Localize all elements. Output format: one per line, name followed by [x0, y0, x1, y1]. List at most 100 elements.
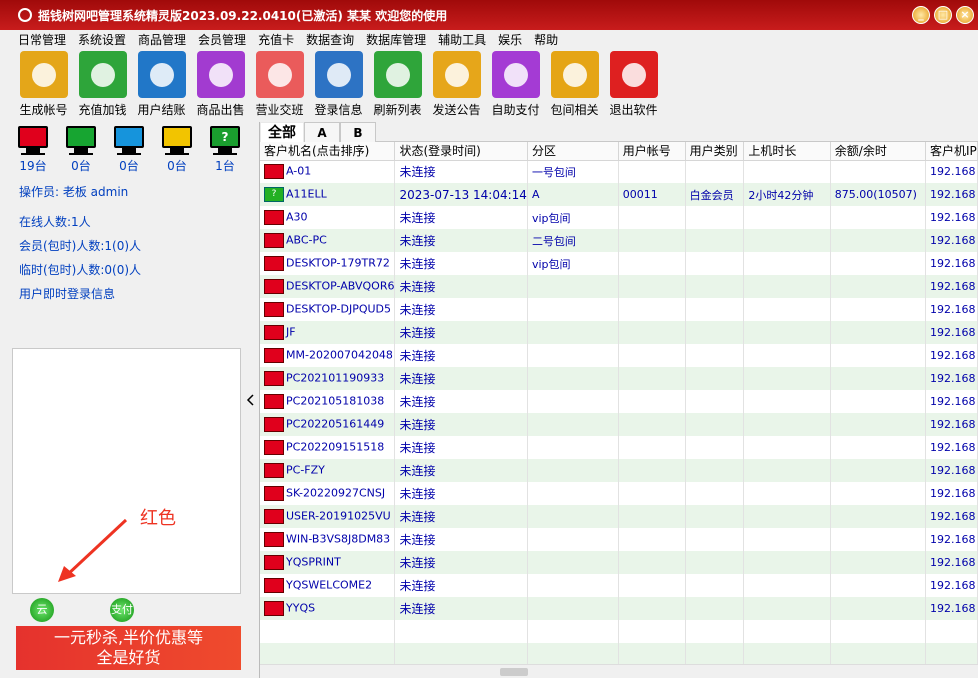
realtime-login-label: 用户即时登录信息 — [19, 287, 116, 301]
table-row[interactable]: YQSPRINT 未连接 192.168 — [260, 551, 978, 574]
tab-1[interactable]: A — [304, 122, 340, 142]
table-row[interactable]: PC202101190933 未连接 192.168 — [260, 367, 978, 390]
tab-2[interactable]: B — [340, 122, 376, 142]
table-row[interactable]: DESKTOP-DJPQUD5 未连接 192.168 — [260, 298, 978, 321]
toolbar-button-5[interactable]: 登录信息 — [309, 48, 368, 118]
toolbar-button-3[interactable]: 商品出售 — [191, 48, 250, 118]
person-icon — [19, 51, 68, 98]
table-row[interactable]: PC202205161449 未连接 192.168 — [260, 413, 978, 436]
monitor-base — [69, 153, 93, 155]
empty-cell — [527, 643, 619, 666]
column-header-1[interactable]: 状态(登录时间) — [394, 142, 528, 161]
toolbar-button-4[interactable]: 营业交班 — [250, 48, 309, 118]
collapse-panel-button[interactable] — [241, 122, 259, 678]
cell-zone: 一号包间 — [527, 160, 619, 183]
table-row[interactable]: PC202209151518 未连接 192.168 — [260, 436, 978, 459]
computer-icon — [264, 325, 284, 340]
monitor-filter-1[interactable]: 0台 — [66, 126, 96, 174]
menu-item-2[interactable]: 商品管理 — [138, 31, 193, 48]
minimize-button[interactable]: _ — [912, 6, 930, 24]
menu-item-9[interactable]: 帮助 — [534, 31, 565, 48]
table-row[interactable]: PC-FZY 未连接 192.168 — [260, 459, 978, 482]
cell-status: 未连接 — [394, 344, 528, 367]
client-name: PC202101190933 — [286, 371, 385, 385]
menu-item-6[interactable]: 数据库管理 — [366, 31, 433, 48]
toolbar-button-8[interactable]: 自助支付 — [486, 48, 545, 118]
cloud-button[interactable]: 云 — [30, 598, 54, 622]
cell-type — [685, 160, 745, 183]
ad-line-1: 一元秒杀,半价优惠等 — [53, 628, 204, 647]
table-row[interactable]: MM-202007042048 未连接 192.168 — [260, 344, 978, 367]
horizontal-scrollbar[interactable] — [260, 664, 978, 678]
table-row[interactable]: DESKTOP-ABVQOR6 未连接 192.168 — [260, 275, 978, 298]
column-header-2[interactable]: 分区 — [527, 142, 619, 161]
ad-banner[interactable]: 一元秒杀,半价优惠等 全是好货 — [16, 626, 241, 670]
cell-account — [618, 252, 686, 275]
toolbar-button-1[interactable]: 充值加钱 — [73, 48, 132, 118]
toolbar-button-0[interactable]: 生成帐号 — [14, 48, 73, 118]
table-row[interactable]: ? A11ELL 2023-07-13 14:04:14 A 00011 白金会员 2小时4… — [260, 183, 978, 206]
menu-item-8[interactable]: 娱乐 — [498, 31, 529, 48]
cell-balance: 875.00(10507) — [830, 183, 927, 206]
column-header-3[interactable]: 用户帐号 — [618, 142, 686, 161]
menu-item-7[interactable]: 辅助工具 — [438, 31, 493, 48]
maximize-button[interactable]: □ — [934, 6, 952, 24]
cell-name: SK-20220927CNSJ — [260, 482, 396, 505]
cell-zone — [527, 390, 619, 413]
table-row[interactable]: PC202105181038 未连接 192.168 — [260, 390, 978, 413]
table-row[interactable]: JF 未连接 192.168 — [260, 321, 978, 344]
cell-duration — [743, 160, 831, 183]
empty-cell — [743, 643, 831, 666]
cell-type — [685, 528, 745, 551]
pay-button[interactable]: 支付 — [110, 598, 134, 622]
menu-item-4[interactable]: 充值卡 — [258, 31, 301, 48]
monitor-filter-3[interactable]: 0台 — [162, 126, 192, 174]
cell-balance — [830, 597, 927, 620]
table-row[interactable]: YYQS 未连接 192.168 — [260, 597, 978, 620]
cell-ip: 192.168 — [925, 390, 978, 413]
menu-item-5[interactable]: 数据查询 — [306, 31, 361, 48]
client-name: PC202209151518 — [286, 440, 385, 454]
cell-duration — [743, 344, 831, 367]
column-header-6[interactable]: 余额/余时 — [830, 142, 927, 161]
column-header-5[interactable]: 上机时长 — [743, 142, 831, 161]
empty-cell — [830, 620, 927, 643]
monitor-filter-4[interactable]: ? 1台 — [210, 126, 240, 174]
column-header-4[interactable]: 用户类别 — [685, 142, 745, 161]
cell-duration — [743, 436, 831, 459]
toolbar-button-2[interactable]: 用户结账 — [132, 48, 191, 118]
toolbar-button-9[interactable]: 包间相关 — [545, 48, 604, 118]
table-row[interactable]: ABC-PC 未连接 二号包间 192.168 — [260, 229, 978, 252]
scroll-thumb[interactable] — [500, 668, 528, 676]
monitor-filter-0[interactable]: 19台 — [18, 126, 48, 174]
table-row[interactable]: YQSWELCOME2 未连接 192.168 — [260, 574, 978, 597]
cell-duration — [743, 482, 831, 505]
empty-cell — [394, 643, 528, 666]
table-row[interactable]: A-01 未连接 一号包间 192.168 — [260, 160, 978, 183]
piggy-bank-icon — [78, 51, 127, 98]
annotation-label: 红色 — [140, 508, 176, 529]
table-row[interactable]: A30 未连接 vip包间 192.168 — [260, 206, 978, 229]
table-row[interactable]: SK-20220927CNSJ 未连接 192.168 — [260, 482, 978, 505]
cell-balance — [830, 252, 927, 275]
toolbar-button-6[interactable]: 刷新列表 — [368, 48, 427, 118]
cell-type — [685, 344, 745, 367]
toolbar-button-7[interactable]: 发送公告 — [427, 48, 486, 118]
column-header-0[interactable]: 客户机名(点击排序) — [260, 142, 396, 161]
monitor-filter-2[interactable]: 0台 — [114, 126, 144, 174]
tab-0[interactable]: 全部 — [260, 122, 304, 142]
cell-zone — [527, 574, 619, 597]
menu-item-0[interactable]: 日常管理 — [18, 31, 73, 48]
toolbar-button-10[interactable]: 退出软件 — [604, 48, 663, 118]
toolbar-label: 登录信息 — [314, 103, 363, 117]
table-row[interactable]: DESKTOP-179TR72 未连接 vip包间 192.168 — [260, 252, 978, 275]
menu-item-1[interactable]: 系统设置 — [78, 31, 133, 48]
chevron-left-icon — [246, 394, 254, 406]
cell-ip: 192.168 — [925, 229, 978, 252]
table-row[interactable]: WIN-B3VS8J8DM83 未连接 192.168 — [260, 528, 978, 551]
close-button[interactable]: × — [956, 6, 974, 24]
table-row[interactable]: USER-20191025VU 未连接 192.168 — [260, 505, 978, 528]
column-header-7[interactable]: 客户机IP — [925, 142, 978, 161]
cell-ip: 192.168 — [925, 298, 978, 321]
menu-item-3[interactable]: 会员管理 — [198, 31, 253, 48]
